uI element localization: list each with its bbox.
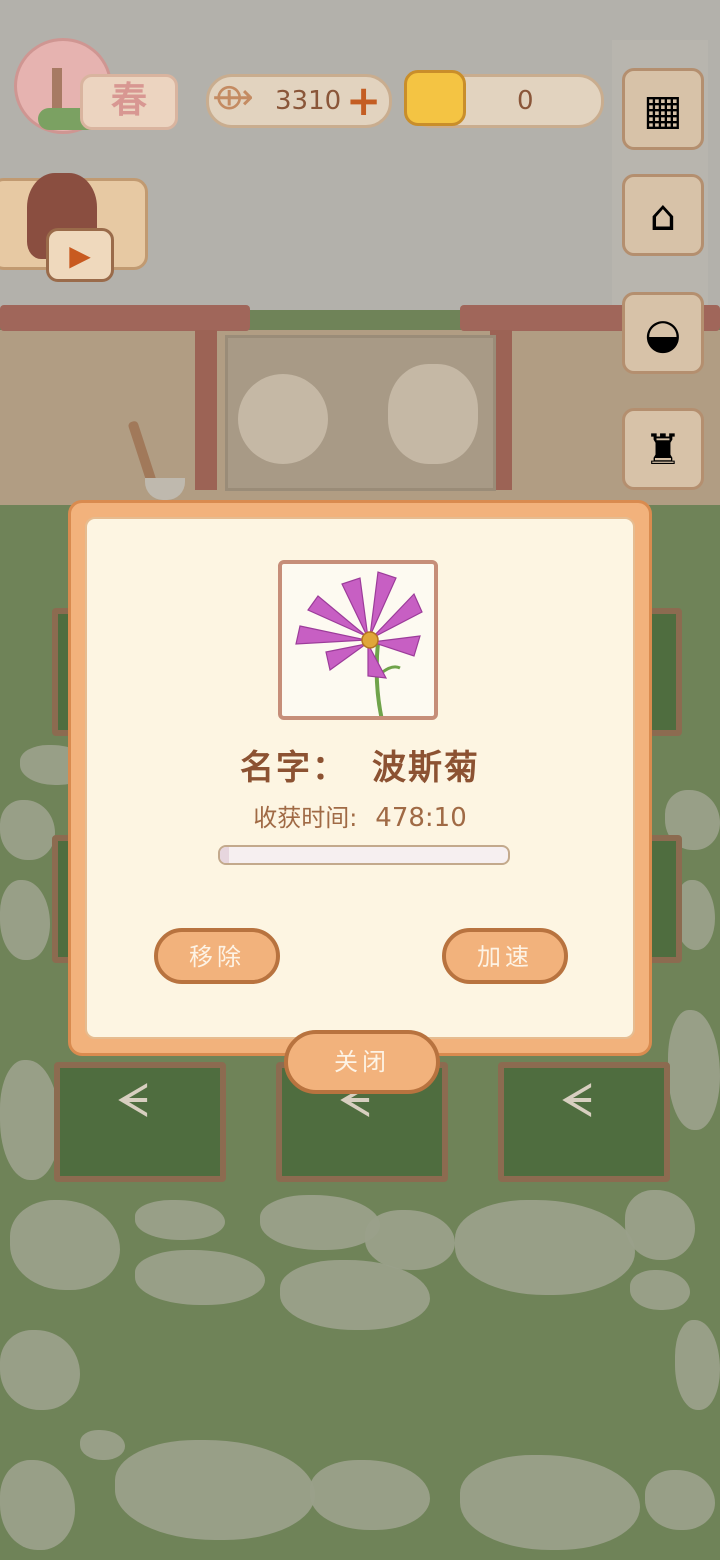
growth-progress-bar <box>218 845 510 865</box>
plant-name-row: 名字： 波斯菊 <box>100 740 620 789</box>
cosmos-flower-icon <box>295 571 423 721</box>
harvest-time-row: 收获时间: 478:10 <box>100 798 620 833</box>
close-button[interactable]: 关闭 <box>284 1030 440 1094</box>
speed-up-button[interactable]: 加速 <box>442 928 568 984</box>
plant-name-value: 波斯菊 <box>372 748 480 788</box>
growth-progress-fill <box>220 847 229 863</box>
harvest-time-label: 收获时间: <box>253 804 358 832</box>
remove-button[interactable]: 移除 <box>154 928 280 984</box>
plant-name-label: 名字： <box>240 748 348 788</box>
harvest-time-value: 478:10 <box>375 803 467 833</box>
flower-image-frame <box>278 560 438 721</box>
